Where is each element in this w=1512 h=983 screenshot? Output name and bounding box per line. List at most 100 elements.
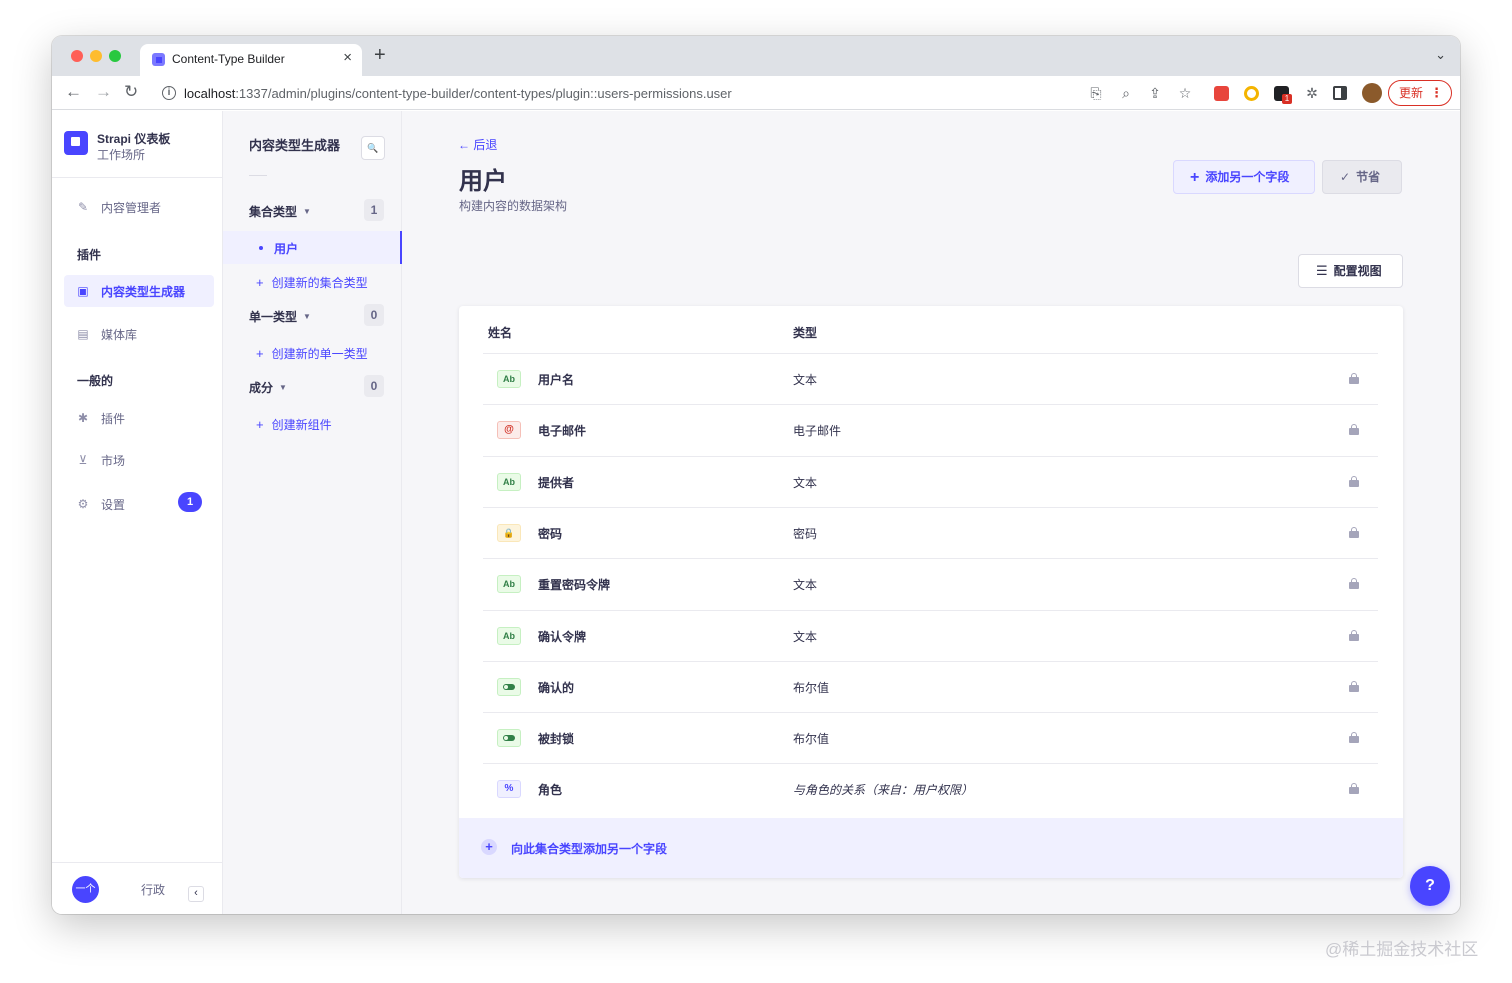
lock-icon xyxy=(1349,578,1359,590)
create-component-link[interactable]: + 创建新组件 xyxy=(256,416,332,433)
close-window-button[interactable] xyxy=(71,50,83,62)
address-bar[interactable]: i localhost:1337/admin/plugins/content-t… xyxy=(152,79,1102,107)
puzzle-extensions-icon[interactable]: ✲ xyxy=(1304,85,1320,101)
table-row[interactable]: 被封锁 布尔值 xyxy=(483,712,1378,763)
create-single-type-label: 创建新的单一类型 xyxy=(271,347,368,361)
bookmark-star-icon[interactable]: ☆ xyxy=(1177,85,1193,101)
nav-item-marketplace[interactable]: ⊻ 市场 xyxy=(64,444,214,476)
field-name: 重置密码令牌 xyxy=(538,578,611,593)
subnav-item-user[interactable]: 用户 xyxy=(223,231,402,264)
text-field-icon: Ab xyxy=(497,575,521,594)
fields-table: 姓名 类型 Ab 用户名 文本 @ 电子邮件 电子邮件 Ab 提供者 文本 🔒 密码 密码 Ab 重置密码… xyxy=(459,306,1403,878)
extension-dark-icon[interactable]: 1 xyxy=(1274,86,1292,104)
chevron-down-icon: ▼ xyxy=(303,312,311,321)
nav-item-label: 设置 xyxy=(101,498,126,512)
create-single-type-link[interactable]: + 创建新的单一类型 xyxy=(256,345,368,362)
gear-icon: ⚙ xyxy=(77,497,89,511)
field-name: 用户名 xyxy=(538,373,575,387)
nav-item-label: 插件 xyxy=(101,412,126,426)
plus-circle-icon: + xyxy=(481,839,497,855)
side-panel-icon[interactable] xyxy=(1333,86,1347,100)
table-row[interactable]: 确认的 布尔值 xyxy=(483,660,1378,712)
search-icon[interactable]: 🔍 xyxy=(361,136,385,160)
field-type: 布尔值 xyxy=(793,680,830,695)
new-tab-button[interactable]: + xyxy=(374,45,386,65)
field-name: 确认的 xyxy=(538,680,575,695)
components-toggle[interactable]: 成分 ▼ xyxy=(249,379,287,396)
pencil-icon: ✎ xyxy=(77,200,89,214)
update-button[interactable]: 更新 ⋮ xyxy=(1388,80,1452,106)
cart-icon: ⊻ xyxy=(78,453,88,467)
add-another-field-button[interactable]: + 添加另一个字段 xyxy=(1173,160,1315,194)
zoom-icon[interactable]: ⌕ xyxy=(1118,85,1134,101)
save-button[interactable]: ✓ 节省 xyxy=(1322,160,1402,194)
nav-item-label: 市场 xyxy=(101,454,126,468)
back-link[interactable]: ← 后退 xyxy=(458,136,497,153)
tab-title: Content-Type Builder xyxy=(172,52,285,66)
bool-field-icon xyxy=(497,677,521,696)
minimize-window-button[interactable] xyxy=(90,50,102,62)
collection-types-label: 集合类型 xyxy=(249,205,298,219)
table-row[interactable]: Ab 提供者 文本 xyxy=(483,455,1378,507)
nav-section-plugins: 插件 xyxy=(77,248,102,262)
chevron-down-icon: ▼ xyxy=(303,207,311,216)
collapse-nav-button[interactable]: ‹ xyxy=(188,886,204,902)
maximize-window-button[interactable] xyxy=(109,50,121,62)
nav-item-media-library[interactable]: ▤ 媒体库 xyxy=(64,318,214,350)
text-field-icon: Ab xyxy=(497,370,521,388)
nav-item-settings[interactable]: ⚙ 设置 1 xyxy=(64,488,214,520)
nav-section-general: 一般的 xyxy=(77,374,114,388)
site-info-icon[interactable]: i xyxy=(162,86,176,100)
settings-badge: 1 xyxy=(178,492,202,512)
back-arrow-icon[interactable]: ← xyxy=(65,82,82,102)
translate-icon[interactable]: ⎘ xyxy=(1088,85,1104,101)
add-field-footer[interactable]: + 向此集合类型添加另一个字段 xyxy=(459,818,1403,878)
share-icon[interactable]: ⇪ xyxy=(1147,85,1163,101)
email-field-icon: @ xyxy=(497,421,521,440)
chevron-down-icon: ▼ xyxy=(279,383,287,392)
table-row[interactable]: Ab 重置密码令牌 文本 xyxy=(483,558,1378,609)
browser-tab[interactable]: Content-Type Builder × xyxy=(140,44,362,76)
layout-icon: ▣ xyxy=(77,284,89,298)
table-row[interactable]: Ab 确认令牌 文本 xyxy=(483,609,1378,661)
tab-close-icon[interactable]: × xyxy=(343,50,352,66)
reload-icon[interactable]: ↻ xyxy=(124,82,138,102)
plus-icon: + xyxy=(1190,169,1200,186)
collection-types-count: 1 xyxy=(364,199,384,221)
main-content: ← 后退 用户 构建内容的数据架构 + 添加另一个字段 ✓ 节省 ☰ 配置视图 姓名 … xyxy=(402,111,1460,914)
browser-toolbar: ← → ↻ i localhost:1337/admin/plugins/con… xyxy=(52,76,1460,110)
strapi-favicon-icon xyxy=(152,53,165,66)
configure-view-label: 配置视图 xyxy=(1333,264,1382,278)
create-collection-type-link[interactable]: + 创建新的集合类型 xyxy=(256,274,368,291)
lock-icon xyxy=(1349,783,1359,795)
column-header-name: 姓名 xyxy=(488,326,513,340)
browser-window: Content-Type Builder × + ⌄ ← → ↻ i local… xyxy=(52,36,1460,914)
extension-red-icon[interactable] xyxy=(1214,86,1229,101)
tab-search-icon[interactable]: ⌄ xyxy=(1435,47,1446,63)
field-type: 文本 xyxy=(793,629,818,644)
table-row[interactable]: 🔒 密码 密码 xyxy=(483,506,1378,558)
nav-item-plugins[interactable]: ✱ 插件 xyxy=(64,402,214,434)
back-label: 后退 xyxy=(473,138,498,152)
field-name: 角色 xyxy=(538,783,563,798)
nav-item-content-type-builder[interactable]: ▣ 内容类型生成器 xyxy=(64,275,214,307)
field-type: 布尔值 xyxy=(793,732,830,747)
configure-view-button[interactable]: ☰ 配置视图 xyxy=(1298,254,1403,288)
field-type: 电子邮件 xyxy=(793,424,842,439)
add-field-to-collection-link[interactable]: 向此集合类型添加另一个字段 xyxy=(511,840,667,857)
table-row[interactable]: Ab 用户名 文本 xyxy=(483,353,1378,404)
forward-arrow-icon[interactable]: → xyxy=(95,82,112,102)
table-row[interactable]: % 角色 与角色的关系（来自：用户权限） xyxy=(483,763,1378,814)
field-name: 被封锁 xyxy=(538,732,575,747)
profile-avatar-icon[interactable] xyxy=(1362,83,1382,103)
avatar[interactable]: 一个 xyxy=(72,876,99,903)
nav-item-content-manager[interactable]: ✎ 内容管理者 xyxy=(64,191,214,223)
help-button[interactable]: ? xyxy=(1410,866,1450,906)
single-types-toggle[interactable]: 单一类型 ▼ xyxy=(249,308,311,325)
field-type: 文本 xyxy=(793,373,818,387)
collection-types-toggle[interactable]: 集合类型 ▼ xyxy=(249,203,311,220)
add-another-field-label: 添加另一个字段 xyxy=(1205,170,1290,184)
extension-chrome-icon[interactable] xyxy=(1244,86,1259,101)
strapi-app: Strapi 仪表板 工作场所 ✎ 内容管理者 插件 ▣ 内容类型生成器 ▤ 媒… xyxy=(52,111,1460,914)
table-row[interactable]: @ 电子邮件 电子邮件 xyxy=(483,404,1378,455)
